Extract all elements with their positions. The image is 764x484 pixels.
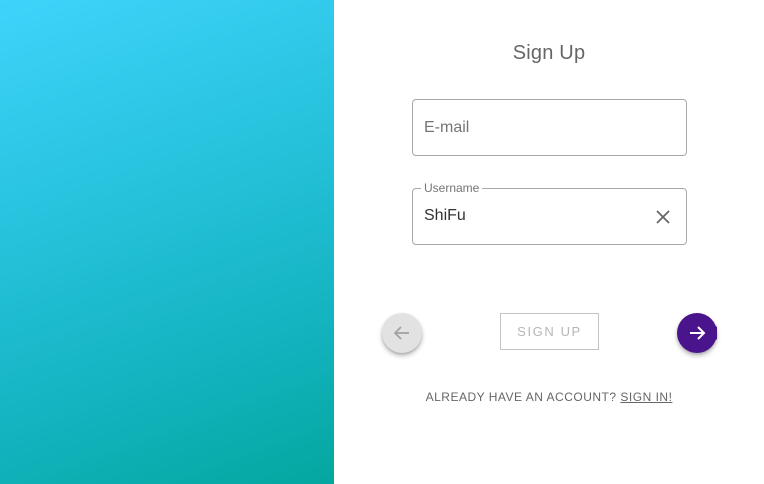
email-field[interactable]: E-mail <box>412 99 687 156</box>
clear-icon[interactable] <box>654 208 672 226</box>
sign-in-link[interactable]: SIGN IN! <box>620 390 672 404</box>
username-value[interactable]: ShiFu <box>424 207 466 225</box>
sign-in-prompt-text: ALREADY HAVE AN ACCOUNT? <box>425 390 617 404</box>
arrow-left-icon <box>393 326 409 340</box>
sign-in-prompt: ALREADY HAVE AN ACCOUNT? SIGN IN! <box>334 390 764 404</box>
next-button[interactable] <box>677 313 717 353</box>
username-label: Username <box>421 181 483 195</box>
sign-up-button[interactable]: SIGN UP <box>500 313 599 350</box>
back-button[interactable] <box>382 313 422 353</box>
arrow-right-icon <box>690 326 706 340</box>
hero-gradient-panel <box>0 0 334 484</box>
username-field[interactable]: Username ShiFu <box>412 181 687 245</box>
email-placeholder: E-mail <box>424 119 470 136</box>
page-title: Sign Up <box>512 42 586 64</box>
signup-screen: Sign Up E-mail Username ShiFu SIGN UP AL… <box>0 0 764 484</box>
